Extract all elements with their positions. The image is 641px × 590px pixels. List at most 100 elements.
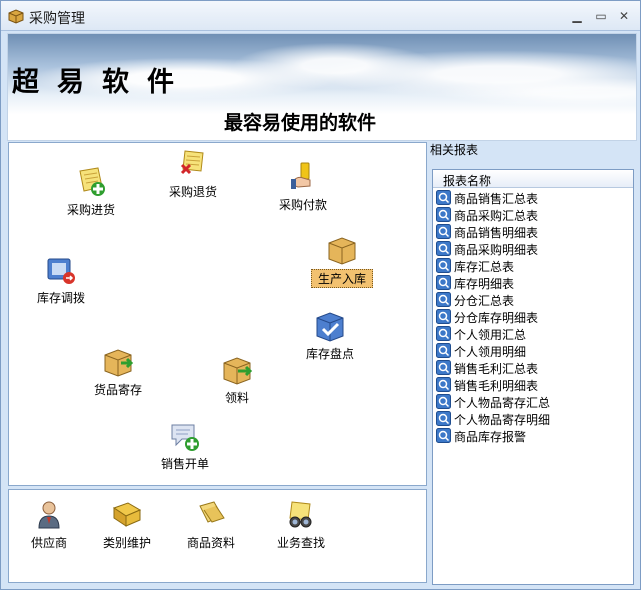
report-icon xyxy=(436,207,451,222)
report-icon xyxy=(436,428,451,443)
box-arrow-icon xyxy=(104,349,134,377)
chat-add-icon xyxy=(171,424,199,451)
document-remove-icon xyxy=(180,150,204,175)
goods-deposit-label: 货品寄存 xyxy=(93,383,142,397)
report-icon xyxy=(436,394,451,409)
business-search-node[interactable]: 业务查找 xyxy=(269,498,333,551)
report-item-label: 商品库存报警 xyxy=(454,430,527,444)
maximize-button[interactable]: ▭ xyxy=(592,7,610,25)
report-list-item[interactable]: 分仓库存明细表 xyxy=(436,308,632,325)
stock-check-node[interactable]: 库存盘点 xyxy=(299,309,361,362)
reports-section-label: 相关报表 xyxy=(430,143,479,157)
report-item-label: 商品采购汇总表 xyxy=(454,209,539,223)
slogan: 最容易使用的软件 xyxy=(224,112,377,134)
report-item-label: 分仓库存明细表 xyxy=(454,311,539,325)
report-icon xyxy=(436,190,451,205)
report-item-label: 分仓汇总表 xyxy=(454,294,515,308)
report-list-item[interactable]: 分仓汇总表 xyxy=(436,291,632,308)
supplier-node[interactable]: 供应商 xyxy=(23,498,75,551)
banner: 超易软件 最容易使用的软件 xyxy=(7,33,637,141)
report-icon xyxy=(436,343,451,358)
box-arrow-icon xyxy=(223,357,253,385)
report-icon xyxy=(436,309,451,324)
sales-order-label: 销售开单 xyxy=(160,457,209,471)
purchase-return-label: 采购退货 xyxy=(168,185,217,199)
hand-payment-icon xyxy=(291,162,311,189)
report-icon xyxy=(436,275,451,290)
reports-list[interactable]: 报表名称 商品销售汇总表 商品采购汇总表 商品销售明细表 商品采购明细表 库存汇总表库存… xyxy=(432,169,634,585)
report-list-item[interactable]: 销售毛利明细表 xyxy=(436,376,632,393)
stock-transfer-node[interactable]: 库存调拨 xyxy=(29,253,93,306)
stock-transfer-label: 库存调拨 xyxy=(36,291,85,305)
report-list-item[interactable]: 库存汇总表 xyxy=(436,257,632,274)
category-label: 类别维护 xyxy=(102,536,151,550)
report-list-item[interactable]: 个人领用汇总 xyxy=(436,325,632,342)
product-icon xyxy=(199,501,225,523)
report-item-label: 个人领用明细 xyxy=(454,345,527,359)
category-node[interactable]: 类别维护 xyxy=(95,498,159,551)
close-button[interactable]: ✕ xyxy=(615,7,633,25)
purchase-in-label: 采购进货 xyxy=(66,203,115,217)
person-icon xyxy=(38,501,60,529)
reports-column-header[interactable]: 报表名称 xyxy=(433,170,633,188)
report-icon xyxy=(436,241,451,256)
report-item-label: 个人物品寄存汇总 xyxy=(454,396,551,410)
report-icon xyxy=(436,411,451,426)
book-icon xyxy=(112,502,142,527)
report-list-item[interactable]: 商品采购明细表 xyxy=(436,240,632,257)
report-icon xyxy=(436,224,451,239)
material-requisition-node[interactable]: 领料 xyxy=(209,353,265,406)
report-icon xyxy=(436,258,451,273)
box-icon xyxy=(328,237,356,265)
report-item-label: 库存明细表 xyxy=(454,277,515,291)
report-item-label: 商品销售明细表 xyxy=(454,226,539,240)
report-icon xyxy=(436,326,451,341)
reports-column-header-label: 报表名称 xyxy=(443,174,492,188)
transfer-icon xyxy=(47,258,75,284)
purchase-return-node[interactable]: 采购退货 xyxy=(163,147,223,200)
brand-title: 超易软件 xyxy=(12,67,192,98)
report-list-item[interactable]: 个人领用明细 xyxy=(436,342,632,359)
report-icon xyxy=(436,292,451,307)
report-list-item[interactable]: 商品采购汇总表 xyxy=(436,206,632,223)
production-in-label: 生产入库 xyxy=(311,269,373,288)
goods-deposit-node[interactable]: 货品寄存 xyxy=(87,345,149,398)
workflow-panel: 采购进货 采购退货 采购付款 生产入库 库存调拨 库存盘点 货品寄存 领料 销售… xyxy=(8,142,427,486)
document-add-icon xyxy=(79,167,105,196)
supplier-label: 供应商 xyxy=(30,536,67,550)
purchase-in-node[interactable]: 采购进货 xyxy=(61,165,121,218)
report-list-item[interactable]: 商品销售明细表 xyxy=(436,223,632,240)
product-info-label: 商品资料 xyxy=(186,536,235,550)
title-bar[interactable]: 采购管理 ▁ ▭ ✕ xyxy=(1,1,640,31)
report-list-item[interactable]: 个人物品寄存明细 xyxy=(436,410,632,427)
stock-check-label: 库存盘点 xyxy=(305,347,354,361)
product-info-node[interactable]: 商品资料 xyxy=(179,498,243,551)
report-list-item[interactable]: 商品销售汇总表 xyxy=(436,189,632,206)
report-list-item[interactable]: 个人物品寄存汇总 xyxy=(436,393,632,410)
report-item-label: 个人物品寄存明细 xyxy=(454,413,551,427)
report-list-item[interactable]: 商品库存报警 xyxy=(436,427,632,444)
inventory-check-icon xyxy=(316,312,344,342)
business-search-label: 业务查找 xyxy=(276,536,325,550)
report-item-label: 个人领用汇总 xyxy=(454,328,527,342)
report-item-label: 销售毛利明细表 xyxy=(454,379,539,393)
purchase-payment-node[interactable]: 采购付款 xyxy=(273,160,333,213)
minimize-button[interactable]: ▁ xyxy=(568,7,586,25)
report-item-label: 商品采购明细表 xyxy=(454,243,539,257)
report-icon xyxy=(436,360,451,375)
report-item-label: 库存汇总表 xyxy=(454,260,515,274)
binoculars-icon xyxy=(289,501,312,528)
production-in-node[interactable]: 生产入库 xyxy=(311,233,373,288)
report-list-item[interactable]: 库存明细表 xyxy=(436,274,632,291)
report-icon xyxy=(436,377,451,392)
material-requisition-label: 领料 xyxy=(224,391,249,405)
sales-order-node[interactable]: 销售开单 xyxy=(155,419,215,472)
window-title: 采购管理 xyxy=(29,11,85,27)
report-list-item[interactable]: 销售毛利汇总表 xyxy=(436,359,632,376)
basic-data-panel: 供应商 类别维护 商品资料 业务查找 xyxy=(8,489,427,583)
purchase-payment-label: 采购付款 xyxy=(278,198,327,212)
report-item-label: 商品销售汇总表 xyxy=(454,192,539,206)
box-icon xyxy=(8,9,24,24)
main-window: 采购管理 ▁ ▭ ✕ 超易软件 最容易使用的软件 采购进货 采购退货 采购付款 … xyxy=(0,0,641,590)
report-item-label: 销售毛利汇总表 xyxy=(454,362,539,376)
